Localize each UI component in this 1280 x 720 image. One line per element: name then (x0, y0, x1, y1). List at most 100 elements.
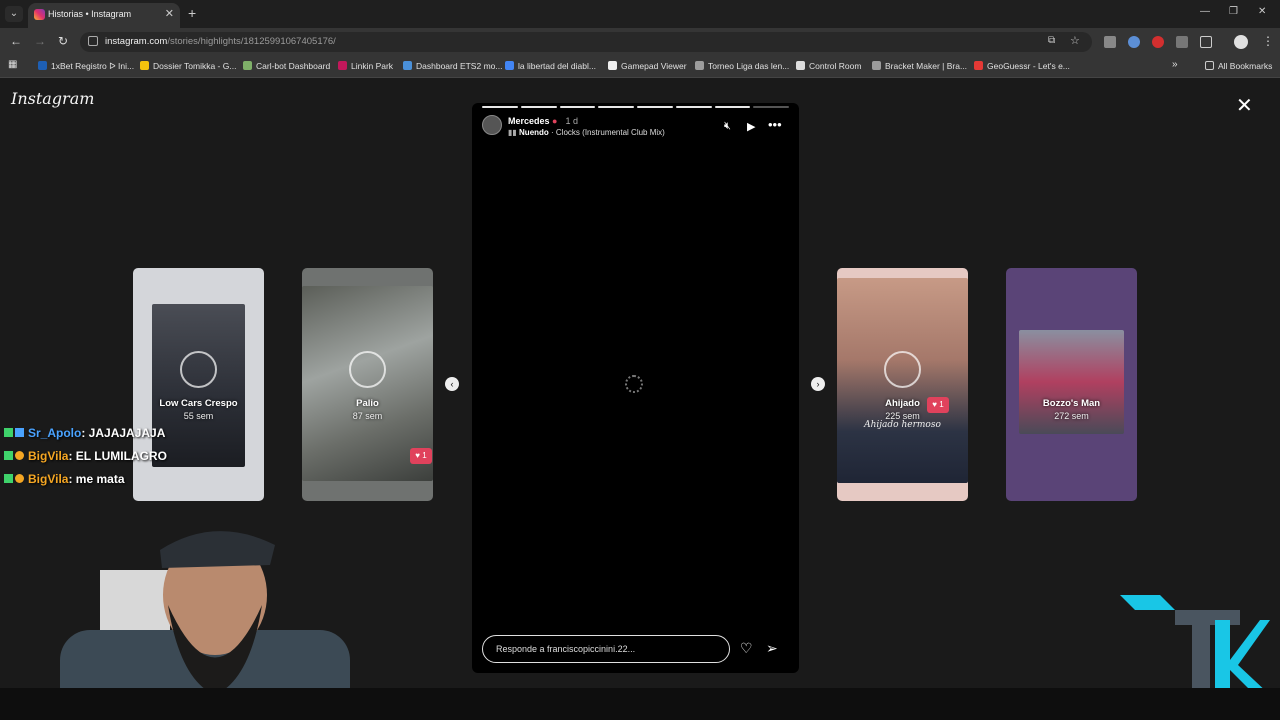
progress-segment (482, 106, 518, 108)
instagram-favicon-icon (34, 9, 45, 20)
progress-segment (598, 106, 634, 108)
bookmark-favicon-icon (140, 61, 149, 70)
chat-message: BigVila: EL LUMILAGRO (4, 449, 167, 463)
progress-segment (637, 106, 673, 108)
install-app-icon[interactable]: ⧉ (1048, 35, 1055, 46)
chat-message: Sr_Apolo: JAJAJAJAJA (4, 426, 165, 440)
window-close-icon[interactable]: ✕ (1258, 6, 1266, 17)
bookmark-favicon-icon (38, 61, 47, 70)
story-user-avatar[interactable] (482, 115, 502, 135)
bookmark-favicon-icon (695, 61, 704, 70)
send-icon[interactable]: ➢ (766, 640, 778, 657)
bookmark-item[interactable]: Torneo Liga das len... (695, 61, 789, 71)
side-story-card-palio[interactable]: Palio 87 sem ♥ 1 (302, 268, 433, 501)
extension-icon[interactable] (1104, 36, 1116, 48)
bookmark-favicon-icon (974, 61, 983, 70)
story-age: 87 sem (352, 411, 383, 421)
story-music-label[interactable]: ▮▮ Nuendo · Clocks (Instrumental Club Mi… (508, 128, 665, 137)
bookmark-item[interactable]: GeoGuessr - Let's e... (974, 61, 1070, 71)
story-header: Mercedes ● 1 d ▮▮ Nuendo · Clocks (Instru… (482, 115, 789, 141)
taskbar-strip (0, 688, 1280, 720)
bookmark-favicon-icon (872, 61, 881, 70)
like-count-badge: ♥ 1 (927, 397, 949, 413)
chat-message: BigVila: me mata (4, 472, 125, 486)
tab-search-button[interactable]: ⌄ (5, 6, 23, 22)
new-tab-button[interactable]: + (188, 5, 196, 21)
story-username[interactable]: Mercedes ● 1 d (508, 116, 578, 126)
extension-icon[interactable] (1152, 36, 1164, 48)
more-options-icon[interactable]: ••• (768, 117, 782, 132)
story-age: 272 sem (1054, 411, 1089, 421)
restore-icon[interactable]: ❐ (1229, 6, 1238, 17)
tab-title: Historias • Instagram (48, 9, 132, 19)
bookmark-item[interactable]: 1xBet Registro ᐅ Ini... (38, 61, 134, 72)
bookmark-item[interactable]: Linkin Park (338, 61, 393, 71)
menu-kebab-icon[interactable]: ⋮ (1262, 34, 1274, 48)
instagram-logo[interactable]: Instagram (11, 89, 94, 108)
bookmark-item[interactable]: Control Room (796, 61, 861, 71)
progress-segment (714, 106, 751, 108)
minimize-icon[interactable]: — (1200, 6, 1210, 17)
address-toolbar: ← → ↻ instagram.com/stories/highlights/1… (0, 28, 1280, 56)
extensions-puzzle-icon[interactable] (1200, 36, 1212, 48)
story-avatar-ring (180, 351, 217, 388)
forward-icon[interactable]: → (34, 34, 46, 48)
like-heart-icon[interactable]: ♡ (740, 640, 753, 657)
progress-segment (559, 106, 596, 108)
loading-spinner-icon (625, 375, 643, 393)
browser-tab-strip: ⌄ Historias • Instagram ✕ + — ❐ ✕ (0, 0, 1280, 28)
close-stories-icon[interactable]: ✕ (1236, 93, 1253, 118)
bookmarks-bar: ▦ » All Bookmarks 1xBet Registro ᐅ Ini..… (0, 56, 1280, 78)
story-avatar-ring (349, 351, 386, 388)
bookmark-favicon-icon (608, 61, 617, 70)
side-story-card-low-cars-crespo[interactable]: Low Cars Crespo 55 sem (133, 268, 264, 501)
bookmark-item[interactable]: Gamepad Viewer (608, 61, 687, 71)
next-story-arrow-icon[interactable]: › (811, 377, 825, 391)
story-name: Bozzo's Man (1042, 398, 1101, 409)
back-icon[interactable]: ← (10, 34, 22, 48)
bookmark-item[interactable]: Dashboard ETS2 mo... (403, 61, 502, 71)
url-bar[interactable]: instagram.com/stories/highlights/1812599… (80, 32, 1092, 52)
bookmarks-overflow-icon[interactable]: » (1172, 59, 1178, 70)
bookmark-favicon-icon (505, 61, 514, 70)
bookmark-item[interactable]: la libertad del diabl... (505, 61, 596, 71)
bookmark-star-icon[interactable]: ☆ (1070, 34, 1080, 47)
apps-grid-icon[interactable]: ▦ (8, 59, 17, 70)
progress-segment (753, 106, 789, 108)
site-info-icon[interactable] (88, 36, 98, 46)
story-name: Low Cars Crespo (159, 398, 238, 409)
stream-logo-icon (1120, 595, 1270, 695)
story-progress-bar (482, 106, 789, 108)
bookmark-favicon-icon (403, 61, 412, 70)
progress-segment (520, 106, 557, 108)
reply-input[interactable]: Responde a franciscopiccinini.22... (482, 635, 730, 663)
bookmark-favicon-icon (243, 61, 252, 70)
story-age: 55 sem (183, 411, 214, 421)
bookmark-favicon-icon (796, 61, 805, 70)
story-name: Palio (356, 398, 379, 409)
progress-segment (675, 106, 712, 108)
tab-close-icon[interactable]: ✕ (165, 7, 174, 20)
play-icon[interactable]: ▶ (747, 120, 755, 133)
reload-icon[interactable]: ↻ (58, 34, 68, 48)
folder-icon (1205, 61, 1214, 70)
story-avatar-ring (884, 351, 921, 388)
extension-icon[interactable] (1176, 36, 1188, 48)
all-bookmarks-button[interactable]: All Bookmarks (1205, 61, 1272, 71)
side-story-card-ahijado[interactable]: Ahijado 225 sem Ahijado hermoso ♥ 1 (837, 268, 968, 501)
side-story-card-bozzos-man[interactable]: Bozzo's Man 272 sem (1006, 268, 1137, 501)
story-caption: Ahijado hermoso (864, 420, 941, 430)
active-story-viewer[interactable]: Mercedes ● 1 d ▮▮ Nuendo · Clocks (Instru… (472, 103, 799, 673)
browser-tab-instagram[interactable]: Historias • Instagram ✕ (28, 3, 180, 28)
bookmark-favicon-icon (338, 61, 347, 70)
bookmark-item[interactable]: Carl-bot Dashboard (243, 61, 330, 71)
url-text: instagram.com/stories/highlights/1812599… (105, 36, 336, 47)
profile-avatar[interactable] (1234, 35, 1248, 49)
previous-story-arrow-icon[interactable]: ‹ (445, 377, 459, 391)
story-timestamp: 1 d (565, 116, 578, 126)
bookmark-item[interactable]: Dossier Tomikka - G... (140, 61, 236, 71)
bookmark-item[interactable]: Bracket Maker | Bra... (872, 61, 967, 71)
like-count-badge: ♥ 1 (410, 448, 432, 464)
mute-icon[interactable]: 🔇︎ (724, 120, 731, 133)
extension-icon[interactable] (1128, 36, 1140, 48)
